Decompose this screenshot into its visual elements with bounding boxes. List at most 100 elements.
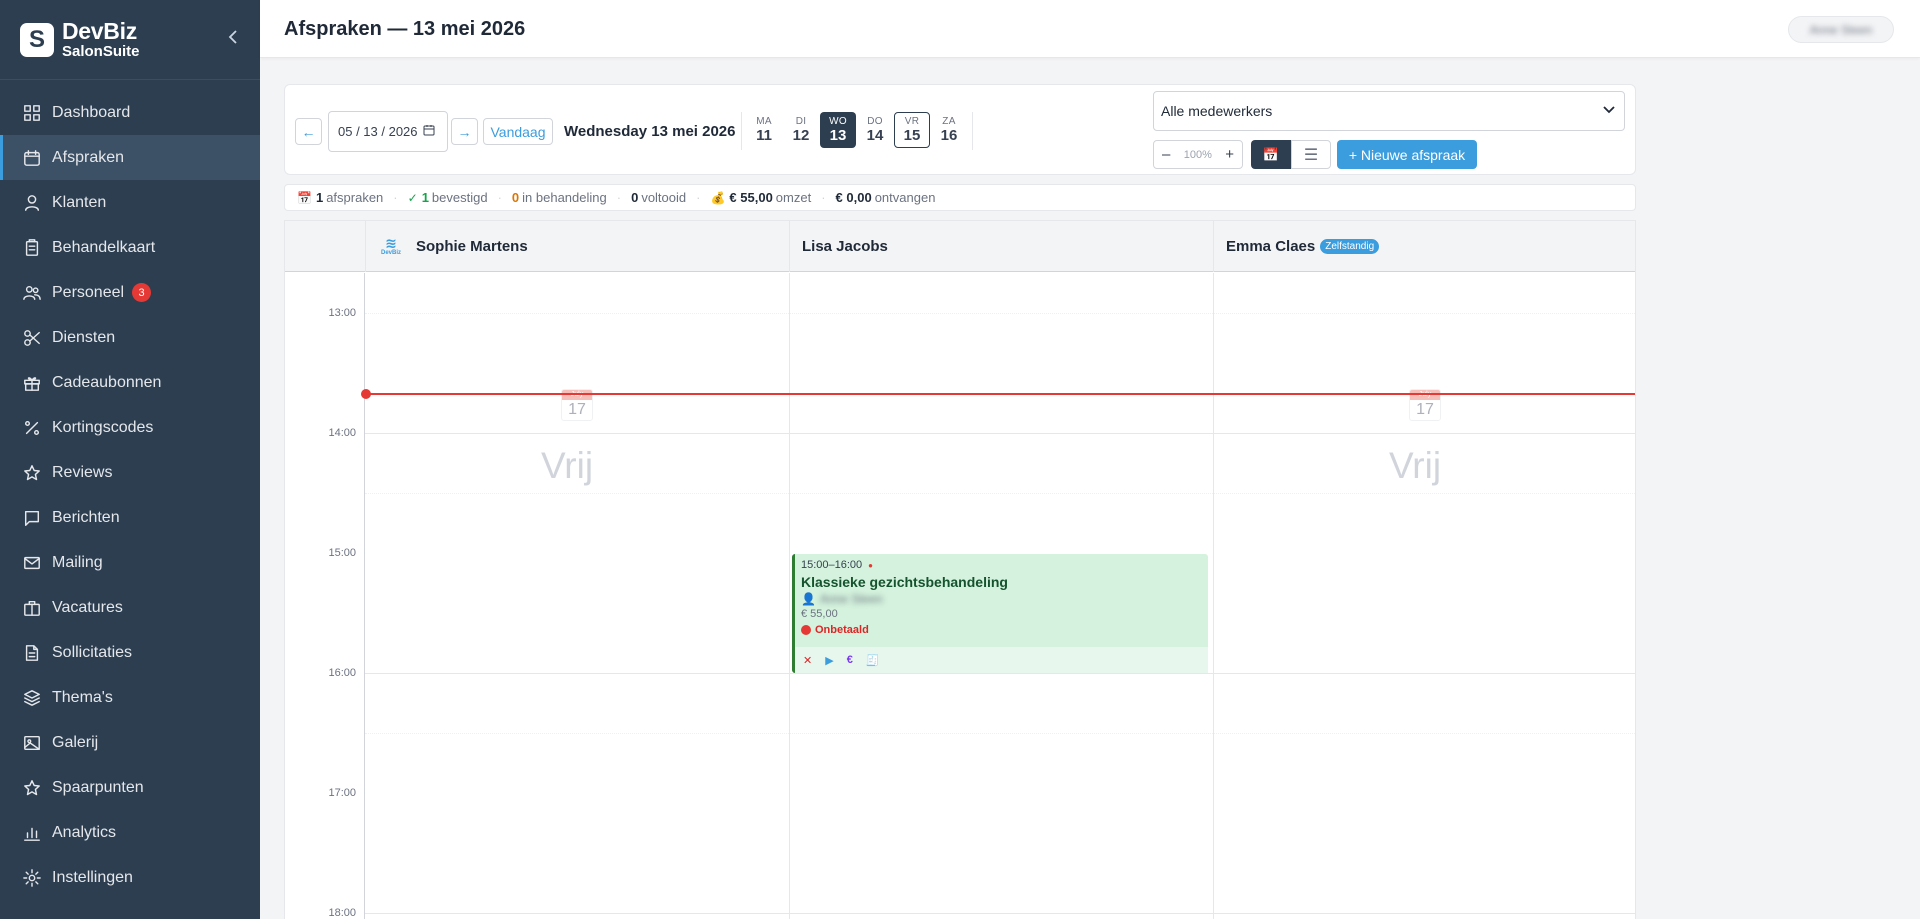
sidebar-item-label: Kortingscodes xyxy=(52,418,154,436)
status-dot-icon: ● xyxy=(868,561,874,570)
column-header-sophie[interactable]: ≋ DevBiz Sophie Martens xyxy=(365,221,789,272)
current-time-dot xyxy=(361,389,371,399)
gear-icon xyxy=(22,868,42,888)
current-time-line xyxy=(365,393,1635,395)
collapse-sidebar-chevron-icon[interactable] xyxy=(228,30,238,49)
sidebar-item-label: Thema's xyxy=(52,688,113,706)
stat-label: omzet xyxy=(775,190,812,205)
sidebar-item-reviews[interactable]: Reviews xyxy=(0,450,260,495)
appointment-client: 👤 Anne Steen xyxy=(801,592,883,606)
week-strip: MA 11 DI 12 WO 13 DO 14 VR 15 ZA 16 xyxy=(741,112,973,150)
sidebar-item-berichten[interactable]: Berichten xyxy=(0,495,260,540)
sidebar-item-spaarpunten[interactable]: Spaarpunten xyxy=(0,765,260,810)
sidebar-item-diensten[interactable]: Diensten xyxy=(0,315,260,360)
receipt-icon[interactable]: 🧾 xyxy=(866,654,880,667)
sidebar-item-behandelkaart[interactable]: Behandelkaart xyxy=(0,225,260,270)
cancel-icon[interactable]: ✕ xyxy=(803,654,812,667)
start-icon[interactable]: ▶ xyxy=(825,654,833,667)
chart-icon xyxy=(22,823,42,843)
sidebar-item-galerij[interactable]: Galerij xyxy=(0,720,260,765)
next-day-button[interactable]: → xyxy=(451,118,478,145)
stat-value: € 0,00 xyxy=(835,190,872,205)
day-name: MA xyxy=(756,116,772,127)
sidebar-item-vacatures[interactable]: Vacatures xyxy=(0,585,260,630)
day-calendar: ≋ DevBiz Sophie Martens Lisa Jacobs Emma … xyxy=(284,220,1636,919)
sidebar-item-mailing[interactable]: Mailing xyxy=(0,540,260,585)
brand[interactable]: S DevBiz SalonSuite xyxy=(0,0,260,80)
sidebar-item-themas[interactable]: Thema's xyxy=(0,675,260,720)
day-mon[interactable]: MA 11 xyxy=(746,112,782,148)
grid-line xyxy=(365,433,1635,434)
day-number: 16 xyxy=(940,127,958,144)
user-menu[interactable]: Anne Steen xyxy=(1788,16,1894,43)
new-appointment-button[interactable]: + Nieuwe afspraak xyxy=(1337,140,1477,169)
sidebar-item-kortingscodes[interactable]: Kortingscodes xyxy=(0,405,260,450)
day-thu[interactable]: DO 14 xyxy=(857,112,893,148)
sidebar-item-afspraken[interactable]: Afspraken xyxy=(0,135,260,180)
staff-filter-select[interactable]: Alle medewerkers xyxy=(1153,91,1625,131)
column-header-emma[interactable]: Emma Claes Zelfstandig xyxy=(1213,221,1635,272)
day-number: 12 xyxy=(792,127,810,144)
sidebar-item-dashboard[interactable]: Dashboard xyxy=(0,90,260,135)
grid-line xyxy=(365,913,1635,914)
calendar-icon: 📅 xyxy=(1262,146,1280,162)
message-icon xyxy=(22,508,42,528)
zoom-in-button[interactable]: + xyxy=(1225,146,1234,163)
calendar-toolbar: ← 05 / 13 / 2026 → Vandaag Wednesday 13 … xyxy=(284,84,1636,175)
stat-value: 1 xyxy=(315,190,324,205)
time-column: 13:00 14:00 15:00 16:00 17:00 18:00 xyxy=(285,273,365,919)
calendar-header: ≋ DevBiz Sophie Martens Lisa Jacobs Emma … xyxy=(285,221,1635,272)
appointment-time: 15:00–16:00 ● xyxy=(801,559,873,571)
sidebar-item-klanten[interactable]: Klanten xyxy=(0,180,260,225)
sidebar-item-personeel[interactable]: Personeel 3 xyxy=(0,270,260,315)
sidebar-item-label: Cadeaubonnen xyxy=(52,373,162,391)
staff-name: Emma Claes xyxy=(1226,238,1316,255)
zoom-value: 100% xyxy=(1183,148,1212,161)
dashboard-icon xyxy=(22,103,42,123)
star-icon xyxy=(22,778,42,798)
sidebar-item-instellingen[interactable]: Instellingen xyxy=(0,855,260,900)
day-fri[interactable]: VR 15 xyxy=(894,112,930,148)
calendar-grid[interactable]: 13:00 14:00 15:00 16:00 17:00 18:00 July… xyxy=(285,273,1635,919)
unpaid-dot-icon xyxy=(801,625,811,635)
today-button[interactable]: Vandaag xyxy=(483,118,553,145)
day-tue[interactable]: DI 12 xyxy=(783,112,819,148)
day-sat[interactable]: ZA 16 xyxy=(931,112,967,148)
time-label: 17:00 xyxy=(328,787,356,799)
list-view-button[interactable]: ☰ xyxy=(1291,140,1331,169)
sidebar-item-label: Klanten xyxy=(52,193,107,211)
star-icon xyxy=(22,463,42,483)
stat-label: afspraken xyxy=(326,190,384,205)
prev-day-button[interactable]: ← xyxy=(295,118,322,145)
gift-icon xyxy=(22,373,42,393)
money-bag-icon: 💰 xyxy=(710,190,726,205)
client-name: Anne Steen xyxy=(819,592,883,606)
column-header-lisa[interactable]: Lisa Jacobs xyxy=(789,221,1213,272)
stat-label: in behandeling xyxy=(522,190,607,205)
check-icon: ✓ xyxy=(407,190,418,205)
sidebar-item-label: Behandelkaart xyxy=(52,238,156,256)
free-label-emma: Vrij xyxy=(1389,445,1442,486)
day-wed[interactable]: WO 13 xyxy=(820,112,856,148)
brand-logo: S xyxy=(20,22,54,57)
briefcase-icon xyxy=(22,598,42,618)
payment-icon[interactable]: € xyxy=(847,654,853,666)
payment-status: Onbetaald xyxy=(801,624,869,636)
sidebar-item-sollicitaties[interactable]: Sollicitaties xyxy=(0,630,260,675)
calendar-picker-icon[interactable] xyxy=(423,124,435,139)
zoom-control: – 100% + xyxy=(1153,140,1243,169)
page-title: Afspraken — 13 mei 2026 xyxy=(284,18,526,40)
calendar-icon: 📅 xyxy=(297,190,312,205)
sidebar-item-label: Spaarpunten xyxy=(52,778,144,796)
appointment-card[interactable]: 15:00–16:00 ● Klassieke gezichtsbehandeli… xyxy=(792,554,1208,673)
calendar-view-button[interactable]: 📅 xyxy=(1251,140,1291,169)
sidebar-item-cadeaubonnen[interactable]: Cadeaubonnen xyxy=(0,360,260,405)
zoom-out-button[interactable]: – xyxy=(1162,146,1170,163)
sidebar-item-label: Instellingen xyxy=(52,868,133,886)
staff-logo-icon: ≋ DevBiz xyxy=(380,234,401,256)
sidebar-item-analytics[interactable]: Analytics xyxy=(0,810,260,855)
date-picker-input[interactable]: 05 / 13 / 2026 xyxy=(328,111,448,152)
day-name: WO xyxy=(829,116,847,127)
list-icon: ☰ xyxy=(1303,146,1319,164)
sidebar-item-label: Reviews xyxy=(52,463,113,481)
